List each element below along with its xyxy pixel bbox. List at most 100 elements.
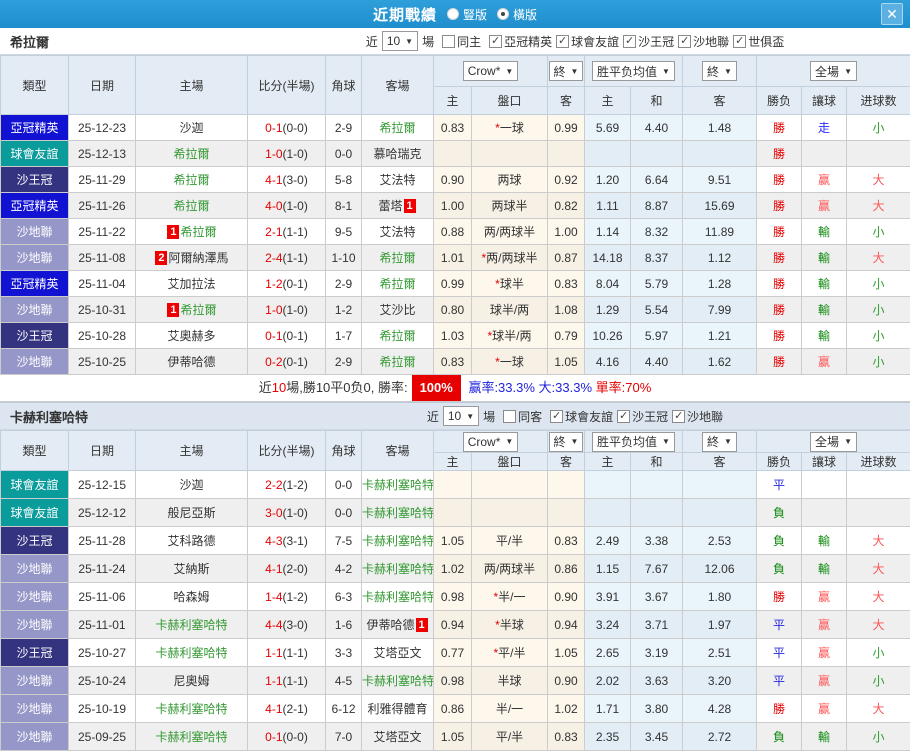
away-team: 卡赫利塞哈特 (362, 499, 434, 527)
league-type-badge: 沙王冠 (1, 323, 69, 349)
match-row: 球會友誼25-12-15沙迦2-2(1-2)0-0卡赫利塞哈特平 (1, 471, 910, 499)
col-odds-away: 客 (548, 453, 585, 471)
avg-home-odds: 2.65 (585, 639, 631, 667)
away-team: 利雅得體育 (362, 695, 434, 723)
filter-league-checkbox[interactable]: ✓球會友誼 (550, 408, 613, 425)
away-team: 希拉爾 (362, 323, 434, 349)
same-venue-checkbox[interactable]: 同客 (503, 408, 542, 425)
final-odds-select-1[interactable]: 終▼ (549, 432, 584, 452)
score: 1-1(1-1) (248, 639, 326, 667)
handicap-result-cell: 赢 (802, 193, 847, 219)
score: 4-1(2-0) (248, 555, 326, 583)
away-team: 艾沙比 (362, 297, 434, 323)
handicap-away-odds: 1.08 (548, 297, 585, 323)
home-team: 1希拉爾 (136, 297, 248, 323)
titlebar: 近期戰績 豎版 橫版 ✕ (0, 0, 910, 28)
col-avg-away: 客 (683, 87, 757, 115)
result-cell: 負 (757, 499, 802, 527)
col-odds-away: 客 (548, 87, 585, 115)
filter-league-checkbox[interactable]: ✓沙王冠 (617, 408, 668, 425)
corner-score: 8-1 (326, 193, 362, 219)
handicap-line: 两/两球半 (472, 555, 548, 583)
full-match-select[interactable]: 全場▼ (810, 432, 857, 452)
col-away: 客場 (362, 431, 434, 471)
avg-home-odds: 1.15 (585, 555, 631, 583)
league-type-badge: 沙地聯 (1, 667, 69, 695)
handicap-away-odds: 0.92 (548, 167, 585, 193)
layout-radio-vertical[interactable]: 豎版 (447, 6, 487, 23)
filter-league-checkbox[interactable]: ✓球會友誼 (556, 33, 619, 50)
favorite-star: * (495, 618, 500, 632)
col-odds-home: 主 (434, 87, 472, 115)
handicap-home-odds: 0.90 (434, 167, 472, 193)
games-count-select[interactable]: 10▼ (382, 31, 418, 51)
avg-draw-odds: 6.64 (631, 167, 683, 193)
avg-odds-select[interactable]: 胜平负均值▼ (592, 61, 675, 81)
favorite-star: * (495, 277, 500, 291)
col-goals: 进球数 (847, 87, 910, 115)
layout-radio-horizontal[interactable]: 橫版 (497, 6, 537, 23)
bookmaker-select[interactable]: Crow*▼ (463, 432, 519, 452)
bookmaker-select[interactable]: Crow*▼ (463, 61, 519, 81)
final-odds-select-1[interactable]: 終▼ (549, 61, 584, 81)
home-team: 尼奧姆 (136, 667, 248, 695)
goals-result-cell: 小 (847, 271, 910, 297)
score: 1-4(1-2) (248, 583, 326, 611)
section-team-2: 卡赫利塞哈特 近 10▼ 場 同客 ✓球會友誼✓沙王冠✓沙地聯 類型 日期 主場… (0, 402, 910, 751)
result-cell: 平 (757, 471, 802, 499)
col-result: 勝负 (757, 453, 802, 471)
avg-home-odds: 2.02 (585, 667, 631, 695)
handicap-result-cell: 輸 (802, 271, 847, 297)
record-summary: 近10場,勝10平0负0, 勝率:100% 赢率:33.3% 大:33.3% 單… (0, 375, 910, 402)
handicap-line: *两/两球半 (472, 245, 548, 271)
home-team: 艾科路德 (136, 527, 248, 555)
final-odds-select-2[interactable]: 終▼ (702, 61, 737, 81)
result-cell: 勝 (757, 349, 802, 375)
result-cell: 勝 (757, 245, 802, 271)
avg-draw-odds: 7.67 (631, 555, 683, 583)
handicap-away-odds (548, 141, 585, 167)
score: 1-0(1-0) (248, 141, 326, 167)
handicap-line (472, 471, 548, 499)
same-venue-checkbox[interactable]: 同主 (442, 33, 481, 50)
score: 3-0(1-0) (248, 499, 326, 527)
corner-score: 4-2 (326, 555, 362, 583)
handicap-away-odds: 0.83 (548, 271, 585, 297)
final-odds-select-2[interactable]: 終▼ (702, 432, 737, 452)
handicap-away-odds (548, 471, 585, 499)
games-count-select[interactable]: 10▼ (443, 406, 479, 426)
checkbox-checked-icon: ✓ (623, 35, 636, 48)
filter-league-checkbox[interactable]: ✓沙地聯 (678, 33, 729, 50)
avg-odds-select[interactable]: 胜平负均值▼ (592, 432, 675, 452)
match-date: 25-11-08 (69, 245, 136, 271)
close-button[interactable]: ✕ (881, 3, 903, 25)
home-team: 希拉爾 (136, 167, 248, 193)
match-row: 沙地聯25-10-25伊蒂哈德0-2(0-1)2-9希拉爾0.83*一球1.05… (1, 349, 910, 375)
filter-league-checkbox[interactable]: ✓世俱盃 (733, 33, 784, 50)
favorite-star: * (493, 646, 498, 660)
corner-score: 2-9 (326, 271, 362, 297)
avg-home-odds: 5.69 (585, 115, 631, 141)
handicap-away-odds: 0.90 (548, 667, 585, 695)
avg-away-odds: 2.53 (683, 527, 757, 555)
match-row: 沙王冠25-11-28艾科路德4-3(3-1)7-5卡赫利塞哈特1.05平/半0… (1, 527, 910, 555)
filter-league-checkbox[interactable]: ✓沙王冠 (623, 33, 674, 50)
match-row: 沙地聯25-10-311希拉爾1-0(1-0)1-2艾沙比0.80球半/两1.0… (1, 297, 910, 323)
result-cell: 勝 (757, 271, 802, 297)
summary-part: 100% (412, 375, 461, 401)
filter-league-checkbox[interactable]: ✓沙地聯 (672, 408, 723, 425)
full-match-select[interactable]: 全場▼ (810, 61, 857, 81)
chevron-down-icon: ▼ (405, 37, 413, 46)
goals-result-cell: 大 (847, 695, 910, 723)
filter-league-checkbox[interactable]: ✓亞冠精英 (489, 33, 552, 50)
handicap-line: 半球 (472, 667, 548, 695)
handicap-result-cell: 赢 (802, 639, 847, 667)
handicap-home-odds: 0.77 (434, 639, 472, 667)
summary-part: 近 (259, 380, 272, 395)
corner-score: 2-9 (326, 115, 362, 141)
match-row: 沙地聯25-11-221希拉爾2-1(1-1)9-5艾法特0.88两/两球半1.… (1, 219, 910, 245)
match-row: 球會友誼25-12-12般尼亞斯3-0(1-0)0-0卡赫利塞哈特負 (1, 499, 910, 527)
handicap-away-odds: 0.83 (548, 723, 585, 751)
avg-away-odds: 9.51 (683, 167, 757, 193)
handicap-home-odds: 1.00 (434, 193, 472, 219)
